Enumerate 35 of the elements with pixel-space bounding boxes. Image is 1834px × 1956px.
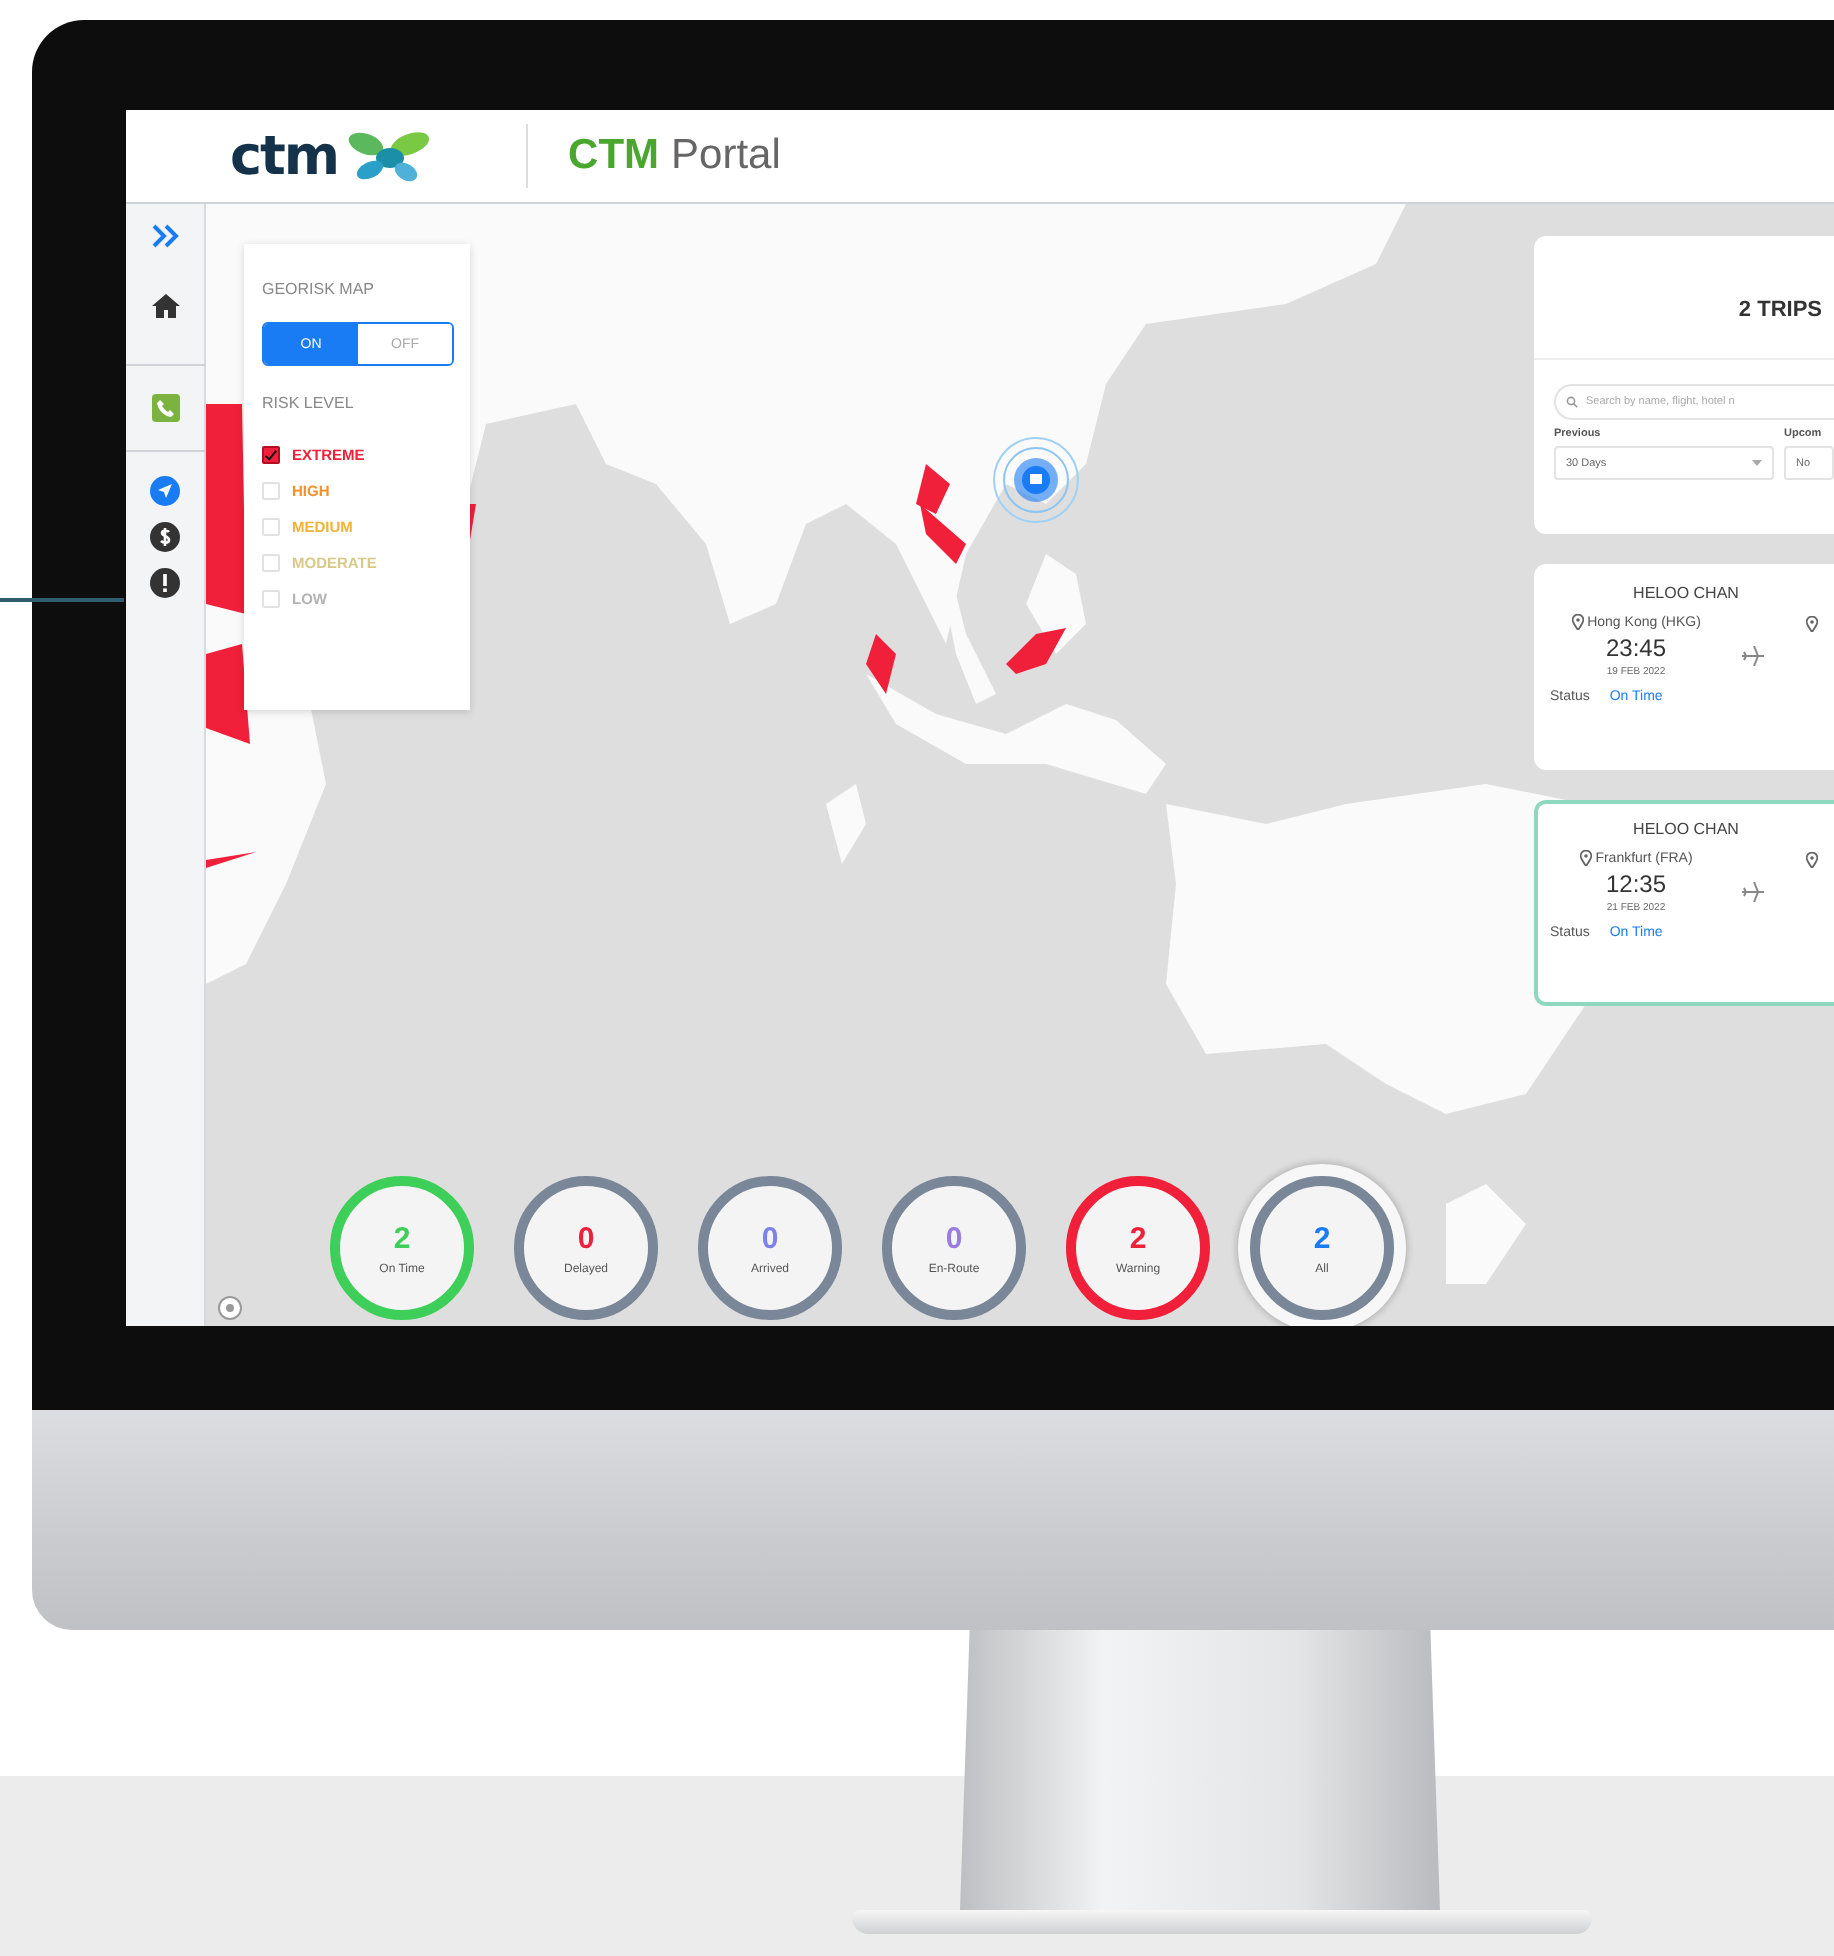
double-chevron-icon[interactable] — [151, 224, 179, 248]
section-label: RISK LEVEL — [262, 394, 356, 412]
status-count: 0 — [761, 1221, 779, 1255]
pin-icon — [1571, 614, 1584, 630]
departure-time: 12:35 — [1605, 870, 1667, 898]
navigation-icon[interactable] — [150, 476, 180, 506]
pin-icon — [1806, 616, 1818, 632]
traveler-name: HELOO CHAN — [1631, 820, 1741, 838]
leaf-logo-icon — [346, 126, 435, 186]
airplane-icon — [1742, 646, 1764, 666]
departure-time: 23:45 — [1605, 634, 1667, 662]
status-count: 2 — [1313, 1221, 1331, 1255]
alert-icon[interactable] — [150, 568, 180, 598]
logo-icon — [218, 1296, 242, 1320]
checkbox[interactable] — [262, 445, 280, 463]
home-icon[interactable] — [149, 292, 181, 320]
panel-title: GEORISK MAP — [262, 280, 377, 298]
leader-line — [0, 598, 124, 601]
status-count: 2 — [393, 1221, 411, 1255]
status-count: 0 — [577, 1221, 595, 1255]
location-pulse-icon — [992, 436, 1080, 524]
phone-icon[interactable] — [151, 394, 179, 422]
pin-icon — [1579, 850, 1592, 866]
traveler-name: HELOO CHAN — [1631, 584, 1741, 602]
trip-count: 2 TRIPS — [1534, 236, 1834, 360]
status-count: 0 — [945, 1221, 963, 1255]
status-count: 2 — [1129, 1221, 1147, 1255]
logo-text: ctm — [230, 125, 339, 187]
search-icon — [1566, 396, 1578, 408]
caret-icon — [1752, 460, 1762, 466]
pin-icon — [1806, 852, 1818, 868]
dollar-icon[interactable] — [150, 522, 180, 552]
portal-title: Portal — [671, 132, 781, 180]
airplane-icon — [1742, 882, 1764, 902]
portal-brand: CTM — [568, 132, 660, 180]
